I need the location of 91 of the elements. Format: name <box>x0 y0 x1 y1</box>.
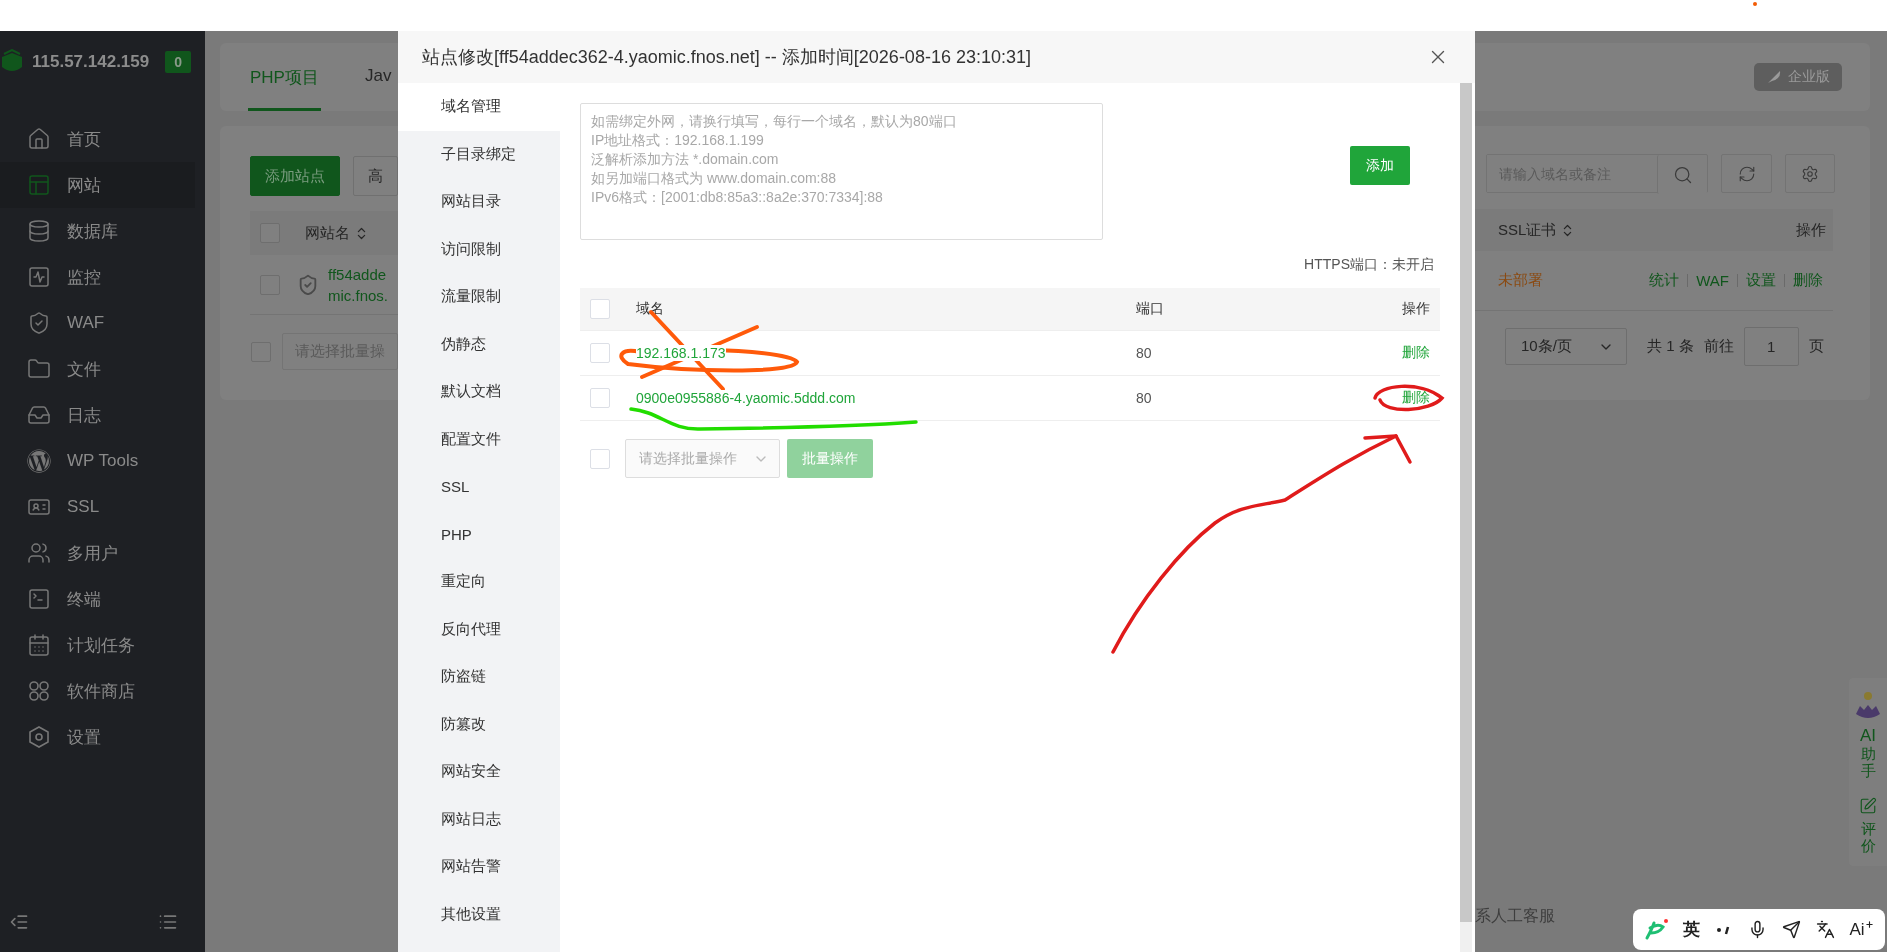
sidebar-item[interactable]: 计划任务 <box>0 622 195 668</box>
delete-link[interactable]: 删除 <box>1402 344 1430 362</box>
delete-link[interactable]: 删除 <box>1402 389 1430 407</box>
count-badge: 0 <box>165 51 192 73</box>
menu-item[interactable]: 其他设置 <box>398 890 560 938</box>
column-header: 端口 <box>1136 300 1165 318</box>
server-ip: 115.57.142.159 <box>32 52 150 72</box>
edit-icon[interactable] <box>1859 797 1877 815</box>
sidebar-item[interactable]: 设置 <box>0 714 195 760</box>
settings-icon <box>1801 164 1819 183</box>
add-site-button[interactable]: 添加站点 <box>250 156 340 196</box>
sidebar-item[interactable]: 数据库 <box>0 208 195 254</box>
menu-item[interactable]: SSL <box>398 463 560 511</box>
menu-item[interactable]: 防篡改 <box>398 700 560 748</box>
shield-icon <box>297 273 319 296</box>
refresh-button[interactable] <box>1721 154 1772 193</box>
settings-button[interactable] <box>1785 154 1835 193</box>
layout-icon <box>27 173 51 197</box>
menu-item[interactable]: 流量限制 <box>398 273 560 321</box>
menu-item[interactable]: 重定向 <box>398 558 560 606</box>
menu-item[interactable]: 默认文档 <box>398 368 560 416</box>
dialog-title: 站点修改[ff54addec362-4.yaomic.fnos.net] -- 添加时间[2026-08-16 23:10:31] <box>422 46 1031 69</box>
menu-item[interactable]: 反向代理 <box>398 605 560 653</box>
https-status: HTTPS端口：未开启 <box>1304 256 1434 274</box>
sidebar-item[interactable]: SSL <box>0 484 195 530</box>
folder-icon <box>27 357 51 381</box>
menu-item[interactable]: PHP <box>398 510 560 558</box>
activity-icon <box>27 265 51 289</box>
page-input[interactable]: 1 <box>1743 327 1799 366</box>
refresh-icon <box>1737 164 1756 183</box>
sidebar-item[interactable]: 监控 <box>0 254 195 300</box>
add-button[interactable]: 添加 <box>1350 146 1410 185</box>
scrollbar[interactable] <box>1460 83 1472 952</box>
column-header: SSL证书 <box>1498 220 1557 240</box>
page-label: 页 <box>1808 337 1824 356</box>
menu-item[interactable]: 网站安全 <box>398 748 560 796</box>
support-text: 系人工客服 <box>1475 906 1555 926</box>
menu-item[interactable]: 网站日志 <box>398 795 560 843</box>
page-size-select[interactable]: 10条/页 <box>1505 328 1627 365</box>
menu-item[interactable]: 伪静态 <box>398 320 560 368</box>
shield-icon <box>27 311 51 335</box>
home-icon <box>27 127 51 151</box>
ai-button[interactable]: Ai <box>1849 919 1874 940</box>
terminal-icon <box>27 587 51 611</box>
plus-icon <box>1864 919 1874 929</box>
send-icon[interactable] <box>1781 920 1801 939</box>
menu-item[interactable]: 网站告警 <box>398 843 560 891</box>
domain-cell: 192.168.1.173 <box>636 345 726 361</box>
goto-label: 前往 <box>1703 337 1734 356</box>
menu-item[interactable]: 网站目录 <box>398 178 560 226</box>
language-toggle[interactable]: 英 <box>1683 918 1701 941</box>
port-cell-text: 80 <box>1136 390 1153 406</box>
sidebar-item[interactable]: 日志 <box>0 392 195 438</box>
sidebar-item[interactable]: 首页 <box>0 116 195 162</box>
column-header: 域名 <box>636 300 665 318</box>
notification-dot <box>1753 2 1757 6</box>
menu-item[interactable]: 访问限制 <box>398 225 560 273</box>
users-icon <box>27 541 51 565</box>
batch-button: 批量操作 <box>787 439 873 478</box>
column-header: 操作 <box>1796 220 1826 240</box>
advanced-button[interactable]: 高 <box>353 156 398 196</box>
port-cell-text: 80 <box>1136 345 1153 361</box>
hexagon-icon <box>27 725 51 749</box>
column-header: 操作 <box>1402 300 1430 318</box>
sidebar-item[interactable]: 网站 <box>0 162 195 208</box>
menu-icon[interactable] <box>158 912 178 932</box>
sidebar-item[interactable]: WAF <box>0 300 195 346</box>
menu-item[interactable]: 域名管理 <box>398 83 560 131</box>
tab[interactable]: Jav <box>362 66 394 111</box>
ime-logo-icon[interactable] <box>1644 918 1669 941</box>
menu-item[interactable]: 子目录绑定 <box>398 130 560 178</box>
sidebar-item[interactable]: 多用户 <box>0 530 195 576</box>
sidebar-item[interactable]: 软件商店 <box>0 668 195 714</box>
calendar-icon <box>27 633 51 657</box>
sidebar-item[interactable]: 文件 <box>0 346 195 392</box>
column-header: 网站名 <box>305 223 350 243</box>
search-icon[interactable] <box>1672 164 1693 185</box>
menu-item[interactable]: 配置文件 <box>398 415 560 463</box>
domain-input[interactable]: 如需绑定外网，请换行填写，每行一个域名，默认为80端口 IP地址格式：192.168.1.199 泛解析添加方法 *.domain.com 如另加端口格式为 www.domain.com:88 IPv6格式：[2001:db8:85a3::8a2e:370:7334]:88 <box>580 103 1103 240</box>
translate-icon[interactable] <box>1815 920 1835 939</box>
sidebar-item[interactable]: WP Tools <box>0 438 195 484</box>
circle-letter-icon <box>27 449 51 473</box>
database-icon <box>27 219 51 243</box>
domain-cell: 0900e0955886-4.yaomic.5ddd.com <box>636 390 856 406</box>
collapse-icon[interactable] <box>9 912 29 932</box>
ssl-status: 未部署 <box>1498 271 1543 290</box>
total-count: 共 1 条 <box>1647 337 1694 356</box>
sidebar-item[interactable]: 终端 <box>0 576 195 622</box>
four-circles-icon <box>27 679 51 703</box>
inbox-icon <box>27 403 51 427</box>
menu-item[interactable]: 防盗链 <box>398 653 560 701</box>
